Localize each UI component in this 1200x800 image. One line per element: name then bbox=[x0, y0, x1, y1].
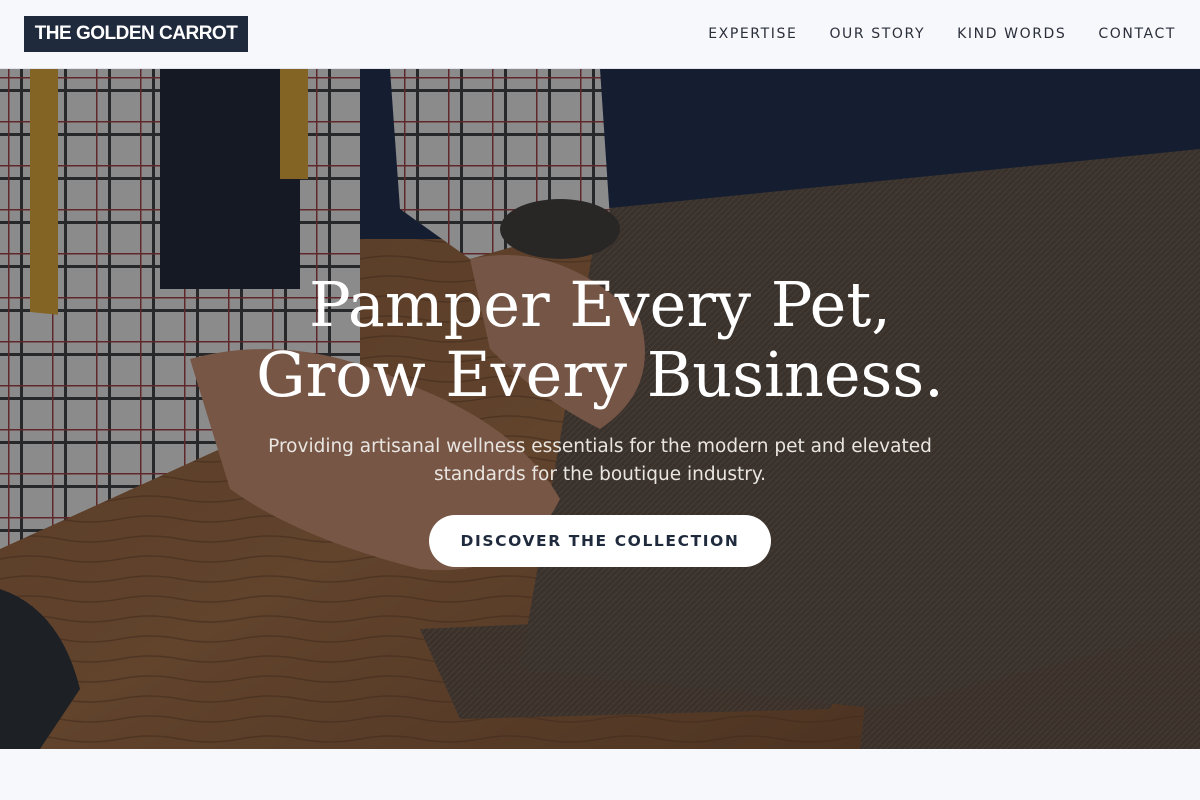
nav-link-contact[interactable]: CONTACT bbox=[1098, 26, 1176, 42]
nav-link-kind-words[interactable]: KIND WORDS bbox=[957, 26, 1066, 42]
discover-collection-button[interactable]: DISCOVER THE COLLECTION bbox=[429, 515, 771, 567]
hero-subtitle-line1: Providing artisanal wellness essentials … bbox=[268, 436, 932, 457]
nav-link-expertise[interactable]: EXPERTISE bbox=[708, 26, 797, 42]
hero-subtitle-line2: standards for the boutique industry. bbox=[433, 464, 767, 485]
hero-section: Pamper Every Pet, Grow Every Business. P… bbox=[0, 69, 1200, 749]
hero-title-line2: Grow Every Business. bbox=[256, 338, 944, 411]
hero-subtitle: Providing artisanal wellness essentials … bbox=[250, 433, 950, 489]
main-nav: EXPERTISE OUR STORY KIND WORDS CONTACT bbox=[708, 0, 1176, 68]
top-navbar: THE GOLDEN CARROT EXPERTISE OUR STORY KI… bbox=[0, 0, 1200, 69]
hero-title-line1: Pamper Every Pet, bbox=[308, 268, 891, 341]
nav-link-our-story[interactable]: OUR STORY bbox=[829, 26, 925, 42]
brand-logo[interactable]: THE GOLDEN CARROT bbox=[24, 16, 248, 52]
page-bottom-strip bbox=[0, 749, 1200, 800]
